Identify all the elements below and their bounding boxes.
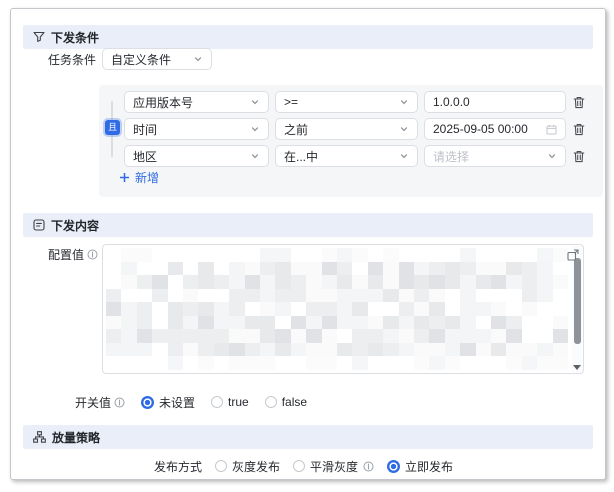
chevron-down-icon [399,124,409,134]
chevron-down-icon [250,124,260,134]
chevron-down-icon [547,151,557,161]
trash-icon[interactable] [573,123,585,136]
radio-icon[interactable] [293,460,305,472]
radio-icon[interactable] [387,460,400,473]
calendar-icon [546,124,557,135]
radio-icon[interactable] [141,396,154,409]
switch-value-label: 开关值 [11,394,125,411]
condition-operator-select[interactable]: >= [275,91,418,113]
radio-option-smooth-gray[interactable]: 平滑灰度 [293,458,374,475]
radio-option-gray-release[interactable]: 灰度发布 [215,458,280,475]
condition-operator-select[interactable]: 之前 [275,118,418,140]
publish-method-label: 发布方式 [11,458,202,475]
chevron-down-icon [399,97,409,107]
condition-row: 地区 在...中 请选择 [124,145,585,167]
condition-field-select[interactable]: 应用版本号 [124,91,269,113]
condition-value-select[interactable]: 请选择 [424,145,566,167]
radio-icon[interactable] [265,396,277,408]
radio-icon[interactable] [215,460,227,472]
info-circle-icon[interactable] [87,249,98,260]
task-condition-row: 任务条件 自定义条件 [11,48,212,70]
switch-value-row: 开关值 未设置 true false [11,393,307,411]
task-condition-select[interactable]: 自定义条件 [102,48,212,70]
task-condition-value: 自定义条件 [111,51,171,68]
condition-operator-select[interactable]: 在...中 [275,145,418,167]
add-condition-button[interactable]: 新增 [119,169,159,186]
radio-option-immediate-release[interactable]: 立即发布 [387,458,453,475]
config-value-textarea[interactable] [102,244,584,374]
section-title-content: 下发内容 [51,217,99,234]
condition-row: 应用版本号 >= 1.0.0.0 [124,91,585,113]
config-value-label-row: 配置值 [11,246,98,262]
publish-method-row: 发布方式 灰度发布 平滑灰度 立即发布 [11,457,453,475]
config-value-label: 配置值 [11,246,98,263]
group-operator-badge[interactable]: 且 [105,120,120,135]
radio-option-true[interactable]: true [211,395,249,409]
radio-option-unset[interactable]: 未设置 [141,394,195,411]
expand-icon[interactable] [567,248,579,266]
chevron-down-icon [399,151,409,161]
task-condition-label: 任务条件 [11,51,96,68]
scrollbar-thumb[interactable] [574,258,581,344]
section-title-strategy: 放量策略 [52,429,100,446]
section-title-conditions: 下发条件 [51,29,99,46]
chevron-down-icon [193,54,203,64]
chevron-down-icon [250,151,260,161]
condition-field-select[interactable]: 时间 [124,118,269,140]
section-header-content: 下发内容 [23,213,593,237]
config-form-card: 下发条件 任务条件 自定义条件 且 应用版本号 >= 1.0.0.0 时间 [10,8,606,480]
condition-row: 时间 之前 2025-09-05 00:00 [124,118,585,140]
info-circle-icon[interactable] [363,461,374,472]
condition-date-input[interactable]: 2025-09-05 00:00 [424,118,566,140]
condition-value-input[interactable]: 1.0.0.0 [424,91,566,113]
info-circle-icon[interactable] [114,397,125,408]
chevron-down-icon [250,97,260,107]
config-redacted-mosaic [106,248,568,370]
scrollbar-down-arrow[interactable] [573,365,581,370]
trash-icon[interactable] [573,150,585,163]
sitemap-icon [33,431,46,443]
funnel-icon [33,31,45,43]
trash-icon[interactable] [573,96,585,109]
section-header-conditions: 下发条件 [23,25,593,49]
document-icon [33,219,45,231]
plus-icon [119,172,130,183]
radio-option-false[interactable]: false [265,395,307,409]
radio-icon[interactable] [211,396,223,408]
condition-field-select[interactable]: 地区 [124,145,269,167]
section-header-strategy: 放量策略 [23,425,593,449]
